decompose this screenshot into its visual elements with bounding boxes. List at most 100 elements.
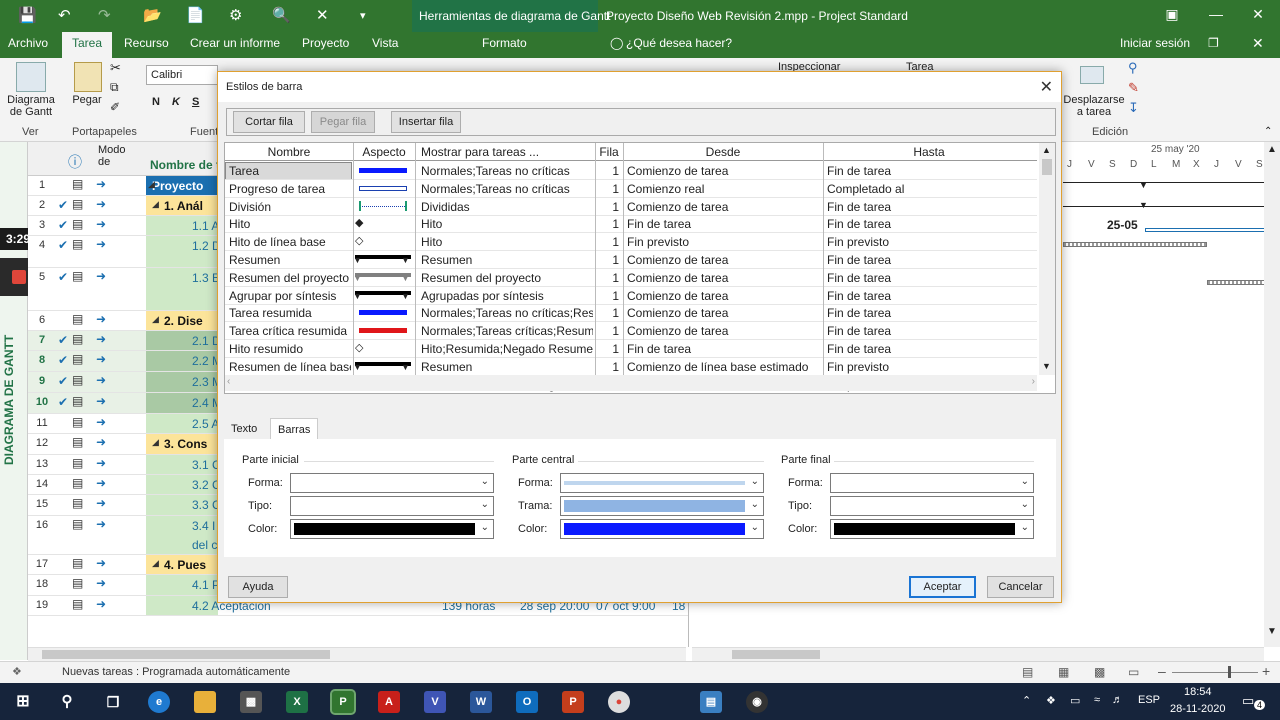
row-number[interactable]: 9: [28, 375, 56, 387]
bar-style-row[interactable]: Resumen de línea base ▼ ▼ Resumen 1 Comienzo …: [225, 358, 1037, 376]
tab-text[interactable]: Texto: [224, 418, 264, 440]
bar-style-name[interactable]: Tarea crítica resumida: [229, 324, 351, 338]
gantt-scroll-thumb[interactable]: [732, 650, 820, 659]
bar-show-for[interactable]: Resumen: [421, 360, 593, 374]
gantt-chart-icon[interactable]: [16, 62, 46, 92]
paste-icon[interactable]: [74, 62, 102, 92]
bar-row[interactable]: 1: [595, 217, 619, 231]
bold-button[interactable]: N: [152, 96, 160, 108]
col-show-for-header[interactable]: Mostrar para tareas ...: [415, 145, 595, 159]
undo-icon[interactable]: ↶: [58, 6, 71, 24]
row-number[interactable]: 4: [28, 239, 56, 251]
bar-to[interactable]: Fin de tarea: [827, 306, 1035, 320]
bar-style-name[interactable]: Tarea: [229, 164, 351, 178]
bar-row[interactable]: 1: [595, 306, 619, 320]
row-number[interactable]: 12: [28, 437, 56, 449]
bar-show-for[interactable]: Normales;Tareas críticas;Resumi: [421, 324, 593, 338]
grid-horizontal-scrollbar[interactable]: [28, 647, 686, 661]
tab-tarea[interactable]: Tarea: [62, 32, 113, 58]
bar-row[interactable]: 1: [595, 360, 619, 374]
row-number[interactable]: 17: [28, 558, 56, 570]
row-number[interactable]: 7: [28, 334, 56, 346]
bar-to[interactable]: Fin previsto: [827, 360, 1035, 374]
bar-from[interactable]: Comienzo de tarea: [627, 200, 821, 214]
task-name[interactable]: 3.4 I: [192, 519, 215, 533]
scroll-to-task-icon[interactable]: [1080, 66, 1104, 84]
bar-style-row[interactable]: Agrupar por síntesis ▼ ▼ Agrupadas por sínt…: [225, 287, 1037, 305]
col-from-header[interactable]: Desde: [623, 145, 823, 159]
row-number[interactable]: 18: [28, 578, 56, 590]
scroll-to-task-button[interactable]: Desplazarse a tarea: [1062, 94, 1126, 118]
new-tasks-mode[interactable]: Nuevas tareas : Programada automáticamen…: [62, 666, 290, 678]
table-scroll-down-icon[interactable]: ▼: [1042, 361, 1051, 371]
bar-show-for[interactable]: Normales;Tareas no críticas;Res: [421, 306, 593, 320]
middle-color-select[interactable]: ⌄: [560, 519, 764, 539]
format-painter-icon[interactable]: ✐: [110, 100, 120, 114]
bar-to[interactable]: Completado al: [827, 182, 1035, 196]
task-name[interactable]: 4. Pues: [164, 558, 206, 572]
bar-style-row[interactable]: Resumen del proyecto ▼ ▼ Resumen del proyec…: [225, 269, 1037, 287]
new-file-icon[interactable]: 📄: [186, 6, 205, 24]
ribbon-display-icon[interactable]: ❐: [1208, 36, 1219, 50]
scroll-down-icon[interactable]: ▼: [1267, 626, 1277, 637]
italic-button[interactable]: K: [172, 96, 180, 108]
redo-icon[interactable]: ↷: [98, 6, 111, 24]
bar-show-for[interactable]: Resumen: [421, 253, 593, 267]
print-preview-icon[interactable]: 🔍: [272, 6, 291, 24]
clear-icon[interactable]: ✎: [1128, 80, 1139, 96]
visio-icon[interactable]: V: [424, 691, 446, 713]
windows-start-icon[interactable]: ⊞: [12, 691, 34, 713]
bar-row[interactable]: 1: [595, 289, 619, 303]
bar-style-name[interactable]: Hito resumido: [229, 342, 351, 356]
row-number[interactable]: 13: [28, 458, 56, 470]
tab-vista[interactable]: Vista: [372, 36, 398, 50]
help-button[interactable]: Ayuda: [228, 576, 288, 598]
cut-icon[interactable]: ✂: [110, 60, 121, 76]
bar-to[interactable]: Fin de tarea: [827, 324, 1035, 338]
bar-style-name[interactable]: Progreso de tarea: [229, 182, 351, 196]
find-icon[interactable]: ⚲: [1128, 60, 1138, 76]
bar-from[interactable]: Comienzo de tarea: [627, 306, 821, 320]
excel-icon[interactable]: X: [286, 691, 308, 713]
zoom-out-icon[interactable]: –: [1158, 663, 1166, 679]
bar-show-for[interactable]: Divididas: [421, 200, 593, 214]
store-icon[interactable]: ▩: [240, 691, 262, 713]
end-shape-select[interactable]: ⌄: [830, 473, 1034, 493]
tab-bars[interactable]: Barras: [270, 418, 319, 440]
start-color-select[interactable]: ⌄: [290, 519, 494, 539]
bar-row[interactable]: 1: [595, 200, 619, 214]
col-to-header[interactable]: Hasta: [823, 145, 1035, 159]
bar-from[interactable]: Fin previsto: [627, 235, 821, 249]
bar-show-for[interactable]: Resumen del proyecto: [421, 271, 593, 285]
bar-style-name[interactable]: Resumen: [229, 253, 351, 267]
open-folder-icon[interactable]: 📂: [143, 6, 162, 24]
task-name[interactable]: 4.1 P: [192, 578, 220, 592]
more-commands-icon[interactable]: ▾: [360, 9, 366, 22]
underline-button[interactable]: S: [192, 96, 199, 108]
bar-to[interactable]: Fin de tarea: [827, 200, 1035, 214]
bar-to[interactable]: Fin de tarea: [827, 164, 1035, 178]
chrome-icon[interactable]: ●: [608, 691, 630, 713]
gantt-vertical-scrollbar[interactable]: ▲ ▼: [1264, 142, 1280, 647]
scroll-up-icon[interactable]: ▲: [1267, 144, 1277, 155]
bar-show-for[interactable]: Normales;Tareas no críticas: [421, 164, 593, 178]
bar-to[interactable]: Fin de tarea: [827, 289, 1035, 303]
col-row-header[interactable]: Fila: [595, 145, 623, 159]
grid-scroll-thumb[interactable]: [42, 650, 330, 659]
zoom-slider[interactable]: [1172, 672, 1258, 673]
collapse-icon[interactable]: ◢: [152, 199, 159, 210]
row-number[interactable]: 6: [28, 314, 56, 326]
bar-style-name[interactable]: Agrupar por síntesis: [229, 289, 351, 303]
battery-icon[interactable]: ▭: [1070, 694, 1080, 707]
bar-style-row[interactable]: Hito de línea base ◇ Hito 1 Fin previsto Fin …: [225, 233, 1037, 251]
ribbon-options-icon[interactable]: ▣: [1162, 6, 1182, 23]
bar-from[interactable]: Comienzo de línea base estimado: [627, 360, 821, 374]
bar-style-row[interactable]: Tarea resumida Normales;Tareas no crítica…: [225, 304, 1037, 322]
tell-me-input[interactable]: ¿Qué desea hacer?: [626, 36, 732, 50]
bar-row[interactable]: 1: [595, 235, 619, 249]
word-icon[interactable]: W: [470, 691, 492, 713]
bar-show-for[interactable]: Agrupadas por síntesis: [421, 289, 593, 303]
table-horizontal-scrollbar[interactable]: ‹ ›: [225, 375, 1037, 391]
bar-from[interactable]: Fin de tarea: [627, 217, 821, 231]
bar-style-name[interactable]: División: [229, 200, 351, 214]
